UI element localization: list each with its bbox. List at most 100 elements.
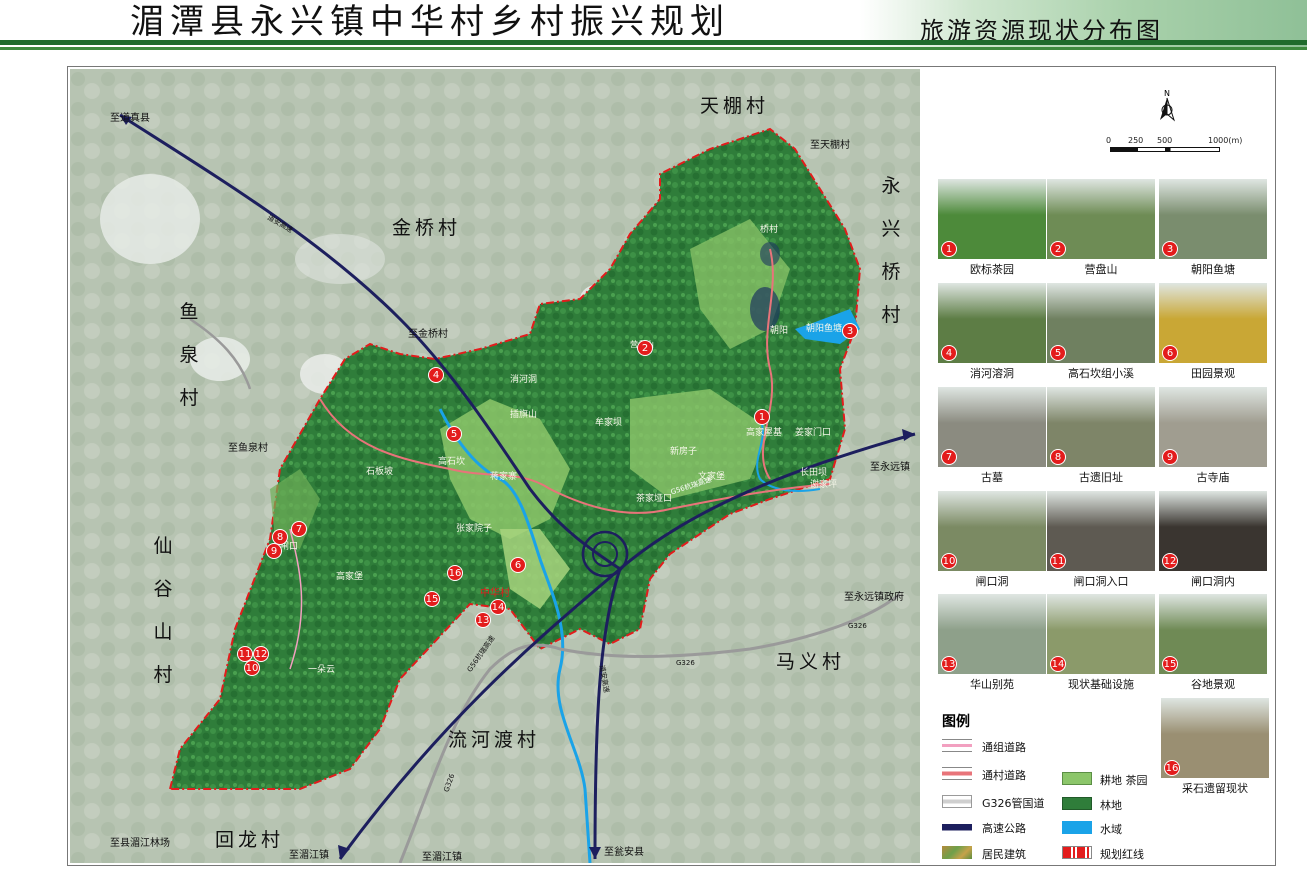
photo-thumbnail[interactable]: 2: [1047, 179, 1155, 259]
legend-label: 居民建筑: [982, 848, 1026, 861]
place-label: 牟家坝: [595, 418, 623, 428]
photo-thumbnail[interactable]: 9: [1159, 387, 1267, 467]
photo-caption: 古墓: [981, 471, 1003, 484]
legend-swatch-village-road: [942, 767, 972, 780]
legend-label: 林地: [1100, 799, 1122, 812]
photo-number-badge: 6: [1162, 345, 1178, 361]
legend-title: 图例: [942, 714, 970, 730]
place-label: 高石坎: [438, 457, 466, 467]
place-label: 高家堡: [336, 572, 364, 582]
legend-swatch-residential: [942, 846, 972, 859]
poi-marker-9[interactable]: 9: [266, 543, 282, 559]
photo-number-badge: 9: [1162, 449, 1178, 465]
place-label: 文家堡: [698, 472, 726, 482]
legend-label: 水域: [1100, 823, 1122, 836]
photo-thumbnail[interactable]: 15: [1159, 594, 1267, 674]
scale-tick: 250: [1128, 136, 1144, 145]
dest-yongyuan-gov: 至永远镇政府: [844, 592, 904, 603]
dest-wengan: 至瓮安县: [604, 847, 644, 858]
photo-number-badge: 14: [1050, 656, 1066, 672]
header-divider: [0, 40, 1307, 45]
photo-thumbnail[interactable]: 6: [1159, 283, 1267, 363]
photo-number-badge: 7: [941, 449, 957, 465]
dest-tianpeng: 至天棚村: [810, 140, 850, 151]
photo-number-badge: 10: [941, 553, 957, 569]
place-label: 茶家垭口: [636, 494, 673, 504]
photo-number-badge: 11: [1050, 553, 1066, 569]
scale-tick: 1000(m): [1208, 136, 1243, 145]
poi-marker-1[interactable]: 1: [754, 409, 770, 425]
poi-marker-13[interactable]: 13: [475, 612, 491, 628]
poi-marker-6[interactable]: 6: [510, 557, 526, 573]
legend-label: 耕地 茶园: [1100, 774, 1148, 787]
svg-text:N: N: [1164, 89, 1170, 98]
dest-meijiang-town-2: 至湄江镇: [422, 852, 462, 863]
photo-number-badge: 13: [941, 656, 957, 672]
photo-thumbnail[interactable]: 13: [938, 594, 1046, 674]
place-label: 朝阳鱼塘: [806, 324, 843, 334]
legend-swatch-water: [1062, 821, 1092, 834]
map-canvas[interactable]: 天棚村 金桥村 马义村 流河渡村 回龙村 中华村 永兴桥村 鱼泉村 仙谷山村 至…: [70, 69, 920, 863]
village-label-mayi: 马义村: [776, 651, 846, 673]
photo-caption: 田园景观: [1191, 367, 1235, 380]
place-label: 姜家门口: [795, 428, 832, 438]
village-label-yuquan: 鱼泉村: [179, 301, 199, 409]
legend-swatch-national-road: [942, 795, 972, 808]
photo-caption: 华山别苑: [970, 678, 1014, 691]
north-arrow-icon: N: [1160, 89, 1176, 122]
photo-caption: 谷地景观: [1191, 678, 1235, 691]
photo-caption: 闸口洞内: [1191, 575, 1235, 588]
photo-thumbnail[interactable]: 1: [938, 179, 1046, 259]
legend-label: 通组道路: [982, 741, 1026, 754]
dest-yuquan: 至鱼泉村: [228, 443, 268, 454]
photo-thumbnail[interactable]: 7: [938, 387, 1046, 467]
poi-marker-16[interactable]: 16: [447, 565, 463, 581]
photo-number-badge: 8: [1050, 449, 1066, 465]
village-label-jinqiao: 金桥村: [392, 217, 462, 239]
place-label: 朝阳: [770, 326, 789, 336]
poi-marker-7[interactable]: 7: [291, 521, 307, 537]
photo-thumbnail[interactable]: 12: [1159, 491, 1267, 571]
poi-marker-14[interactable]: 14: [490, 599, 506, 615]
photo-thumbnail[interactable]: 14: [1047, 594, 1155, 674]
poi-marker-3[interactable]: 3: [842, 323, 858, 339]
poi-marker-12[interactable]: 12: [253, 646, 269, 662]
scale-tick: 0: [1106, 136, 1112, 145]
village-label-huilong: 回龙村: [215, 829, 285, 851]
photo-thumbnail[interactable]: 11: [1047, 491, 1155, 571]
place-label: 高家屋基: [746, 428, 783, 438]
photo-number-badge: 5: [1050, 345, 1066, 361]
poi-marker-2[interactable]: 2: [637, 340, 653, 356]
poi-marker-4[interactable]: 4: [428, 367, 444, 383]
header-divider-secondary: [0, 47, 1307, 50]
legend-label: G326管国道: [982, 797, 1045, 810]
place-label: 消河洞: [510, 375, 538, 385]
village-label-tianpeng: 天棚村: [700, 95, 770, 117]
photo-thumbnail[interactable]: 8: [1047, 387, 1155, 467]
photo-caption: 营盘山: [1084, 263, 1118, 276]
photo-caption: 朝阳鱼塘: [1191, 263, 1235, 276]
photo-caption: 闸口洞: [975, 575, 1009, 588]
photo-caption: 高石坎组小溪: [1068, 367, 1134, 380]
village-label-liuhedu: 流河渡村: [448, 729, 541, 751]
page-title: 湄潭县永兴镇中华村乡村振兴规划: [130, 2, 730, 42]
poi-marker-5[interactable]: 5: [446, 426, 462, 442]
poi-marker-15[interactable]: 15: [424, 591, 440, 607]
photo-number-badge: 12: [1162, 553, 1178, 569]
place-label: 插旗山: [510, 410, 538, 420]
place-label: 桥村: [760, 225, 779, 235]
photo-thumbnail[interactable]: 4: [938, 283, 1046, 363]
photo-thumbnail[interactable]: 5: [1047, 283, 1155, 363]
photo-thumbnail[interactable]: 16: [1161, 698, 1269, 778]
place-label: 新房子: [670, 447, 698, 457]
photo-caption: 欧标茶园: [970, 263, 1014, 276]
photo-number-badge: 2: [1050, 241, 1066, 257]
photo-thumbnail[interactable]: 3: [1159, 179, 1267, 259]
dest-meijiang-town-1: 至湄江镇: [289, 850, 329, 861]
photo-thumbnail[interactable]: 10: [938, 491, 1046, 571]
place-label: 一朵云: [308, 665, 336, 675]
village-label-xiangushan: 仙谷山村: [153, 535, 173, 686]
photo-number-badge: 1: [941, 241, 957, 257]
poi-marker-11[interactable]: 11: [237, 646, 253, 662]
photo-caption: 闸口洞入口: [1073, 575, 1129, 588]
